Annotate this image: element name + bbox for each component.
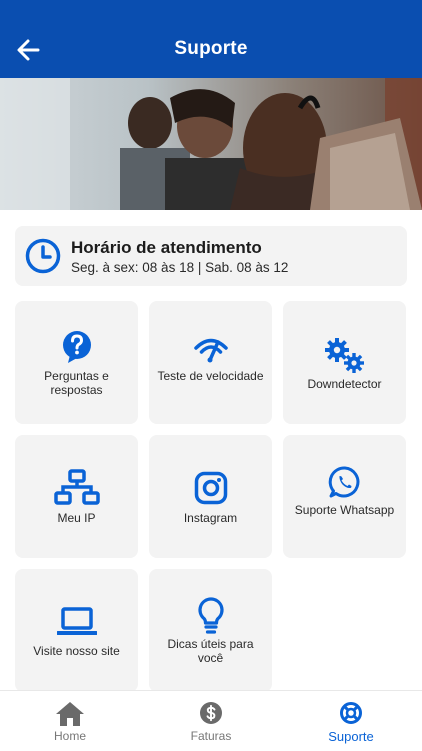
gears-icon [283,335,406,373]
tile-label: Meu IP [57,511,96,525]
laptop-icon [15,607,138,643]
business-hours-text: Seg. à sex: 08 às 18 | Sab. 08 às 12 [71,260,289,275]
hero-banner-image [0,78,422,210]
speedometer-icon [149,329,272,365]
whatsapp-icon [283,465,406,501]
nav-label: Home [53,729,86,743]
instagram-icon [149,471,272,507]
tile-instagram[interactable]: Instagram [149,435,272,558]
nav-label: Faturas [190,729,232,743]
nav-label: Suporte [328,729,374,744]
question-icon [15,329,138,365]
tile-faq[interactable]: Perguntas e respostas [15,301,138,424]
tile-label: Downdetector [307,377,382,391]
page-title: Suporte [174,38,248,59]
tile-downdetector[interactable]: Downdetector [283,301,406,424]
business-hours-card: Horário de atendimento Seg. à sex: 08 às… [15,226,407,286]
tile-visit-site[interactable]: Visite nosso site [15,569,138,692]
network-icon [15,469,138,505]
nav-item-faturas[interactable]: Faturas [151,691,271,751]
dollar-icon [151,701,271,725]
business-hours-title: Horário de atendimento [71,238,262,257]
tile-useful-tips[interactable]: Dicas úteis para você [149,569,272,692]
clock-icon [24,237,62,275]
tile-label: Suporte Whatsapp [294,503,395,517]
bottom-navigation: Home Faturas Suporte [0,690,422,751]
nav-item-suporte[interactable]: Suporte [291,691,411,751]
nav-item-home[interactable]: Home [10,691,130,751]
lightbulb-icon [149,597,272,634]
tile-whatsapp-support[interactable]: Suporte Whatsapp [283,435,406,558]
tile-my-ip[interactable]: Meu IP [15,435,138,558]
tile-label: Dicas úteis para você [167,637,254,665]
tile-label: Teste de velocidade [157,369,264,383]
tile-label: Visite nosso site [33,644,120,658]
app-header: Suporte [0,0,422,78]
tile-speed-test[interactable]: Teste de velocidade [149,301,272,424]
tile-label: Perguntas e respostas [44,369,109,397]
home-icon [10,701,130,727]
lifebuoy-icon [291,701,411,725]
tile-label: Instagram [183,511,238,525]
